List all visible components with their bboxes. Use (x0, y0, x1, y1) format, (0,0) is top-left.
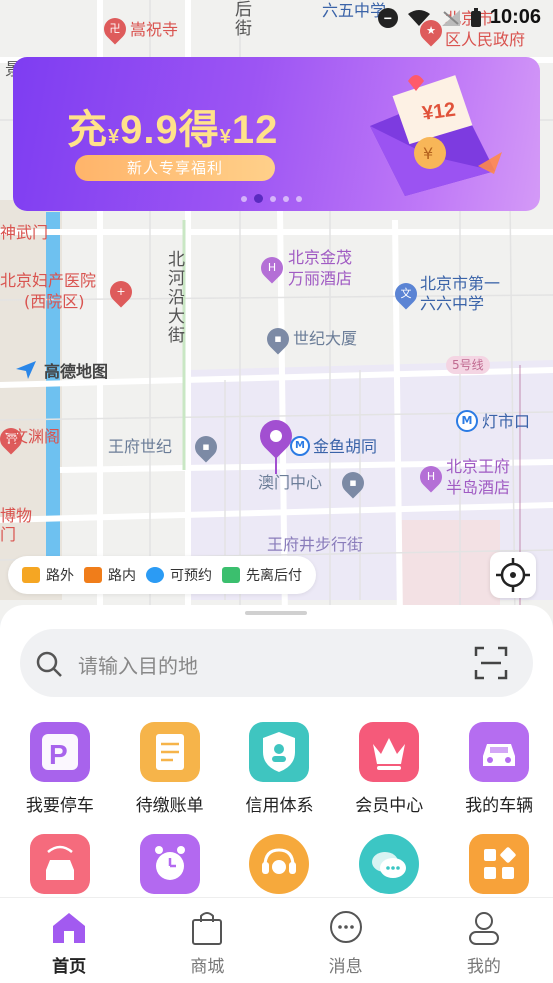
map-view[interactable]: 卍 嵩祝寺 后街 六五中学 ★ 北京市 区人民政府 景 神武门 北京妇产医院 (… (0, 0, 553, 620)
banner-dot[interactable] (296, 195, 302, 202)
bill-icon (139, 722, 200, 782)
poi-fuchan[interactable]: 北京妇产医院 (0, 270, 96, 291)
service-bills[interactable]: 待缴账单 (116, 722, 224, 816)
legend-pay-later: 先离后付 (222, 565, 302, 585)
poi-shiji[interactable]: 世纪大厦 (293, 328, 357, 349)
credit-shield-icon (249, 722, 310, 782)
metro-icon-2: M (290, 436, 310, 456)
message-icon (329, 911, 362, 943)
poi-beiheyan-street: 北河沿大街 (164, 250, 184, 345)
banner-title: 充¥9.9得¥12 (67, 108, 279, 152)
status-time: 10:06 (489, 6, 541, 28)
customer-service-icon (249, 834, 310, 894)
poi-peninsula-2: 半岛酒店 (446, 478, 511, 497)
service-membership[interactable]: 会员中心 (335, 722, 443, 816)
yuan-icon (222, 567, 240, 583)
chat-bubbles-icon (359, 834, 420, 894)
banner-pagination[interactable] (241, 194, 302, 203)
service-support[interactable] (226, 834, 334, 894)
poi-men: 门 (0, 525, 17, 544)
amap-arrow-icon (16, 361, 36, 379)
poi-dengshikou[interactable]: 灯市口 (482, 411, 530, 432)
search-input[interactable]: 请输入目的地 (78, 650, 198, 679)
poi-wangfujing[interactable]: 王府井步行街 (267, 534, 363, 555)
home-icon (53, 913, 86, 943)
map-logo: 高德地图 (14, 358, 108, 382)
apps-grid-icon (469, 834, 530, 894)
svg-text:P: P (49, 739, 68, 770)
banner-dot[interactable] (270, 195, 276, 202)
service-reservation[interactable] (116, 834, 224, 894)
legend-off-street: 路外 (22, 565, 74, 585)
service-more[interactable] (445, 834, 553, 894)
wifi-icon (407, 9, 430, 26)
tab-messages[interactable]: 消息 (277, 898, 415, 983)
status-bar: − 10:06 (377, 6, 541, 29)
poi-jinyu-hutong[interactable]: 金鱼胡同 (313, 436, 377, 457)
services-row-2 (0, 834, 553, 894)
poi-school166[interactable]: 北京市第一 (420, 273, 500, 294)
tab-home[interactable]: 首页 (0, 898, 138, 983)
marker-center (270, 430, 282, 442)
on-street-parking-icon (84, 567, 102, 583)
alarm-clock-icon (139, 834, 200, 894)
poi-wangfu-shiji[interactable]: 王府世纪 (108, 436, 172, 457)
signal-icon (441, 9, 460, 26)
gift-amount: ¥12 (421, 99, 457, 125)
poi-jinmao[interactable]: 北京金茂 (288, 247, 352, 268)
legend-reservable: 可预约 (146, 565, 212, 585)
tab-mall[interactable]: 商城 (138, 898, 276, 983)
crosshair-icon (496, 558, 530, 592)
crown-icon (359, 722, 420, 782)
banner-subtitle: 新人专享福利 (75, 155, 275, 181)
car-icon (469, 722, 530, 782)
banner-dot[interactable] (241, 195, 247, 202)
map-legend: 路外 路内 可预约 先离后付 (8, 556, 316, 594)
poi-fuchan-branch: (西院区) (24, 292, 85, 311)
bottom-tab-bar: 首页 商城 消息 我的 (0, 897, 553, 983)
poi-school166-b: 六六中学 (420, 294, 485, 313)
poi-hou-jie: 后街 (231, 0, 251, 38)
parking-icon: P (29, 722, 90, 782)
banner-dot[interactable] (254, 194, 263, 203)
dnd-icon: − (377, 7, 398, 28)
banner-dot[interactable] (283, 195, 289, 202)
search-icon (36, 651, 62, 677)
clock-icon (146, 567, 164, 583)
legend-on-street: 路内 (84, 565, 136, 585)
svg-text:¥: ¥ (423, 144, 433, 163)
marker-stem (275, 452, 277, 474)
service-credit[interactable]: 信用体系 (226, 722, 334, 816)
poi-liuwu-school[interactable]: 六五中学 (322, 0, 386, 21)
tab-profile[interactable]: 我的 (415, 898, 553, 983)
poi-chongzhusi[interactable]: 嵩祝寺 (130, 19, 178, 40)
metro-line-5-badge: 5号线 (446, 356, 490, 374)
search-bar[interactable]: 请输入目的地 (20, 629, 533, 697)
service-my-car[interactable]: 我的车辆 (445, 722, 553, 816)
scan-icon[interactable] (474, 646, 508, 680)
sheet-drag-handle[interactable] (245, 611, 307, 615)
car-route-icon (29, 834, 90, 894)
service-messages[interactable] (335, 834, 443, 894)
poi-peninsula[interactable]: 北京王府 (446, 456, 510, 477)
shopping-bag-icon (192, 912, 223, 945)
poi-shen-wu-men[interactable]: 神武门 (0, 222, 48, 243)
poi-wenyuange[interactable]: 文渊阁 (12, 426, 60, 447)
poi-bowu: 博物 (0, 506, 33, 525)
poi-aomen-center[interactable]: 澳门中心 (258, 472, 322, 493)
bottom-sheet: 请输入目的地 P 我要停车 待缴账单 信用体系 会员中心 我的车辆 (0, 605, 553, 900)
locate-me-button[interactable] (490, 552, 536, 598)
metro-icon: M (456, 410, 478, 432)
poi-jinmao-2: 万丽酒店 (288, 269, 353, 288)
off-street-parking-icon (22, 567, 40, 583)
service-navigate-car[interactable] (6, 834, 114, 894)
services-row-1: P 我要停车 待缴账单 信用体系 会员中心 我的车辆 (0, 722, 553, 816)
red-envelope-icon: ¥12 ¥ (370, 75, 502, 196)
profile-icon (468, 912, 499, 945)
battery-icon (470, 7, 481, 27)
service-parking[interactable]: P 我要停车 (6, 722, 114, 816)
promo-banner[interactable]: 充¥9.9得¥12 新人专享福利 ¥12 ¥ (13, 57, 540, 211)
